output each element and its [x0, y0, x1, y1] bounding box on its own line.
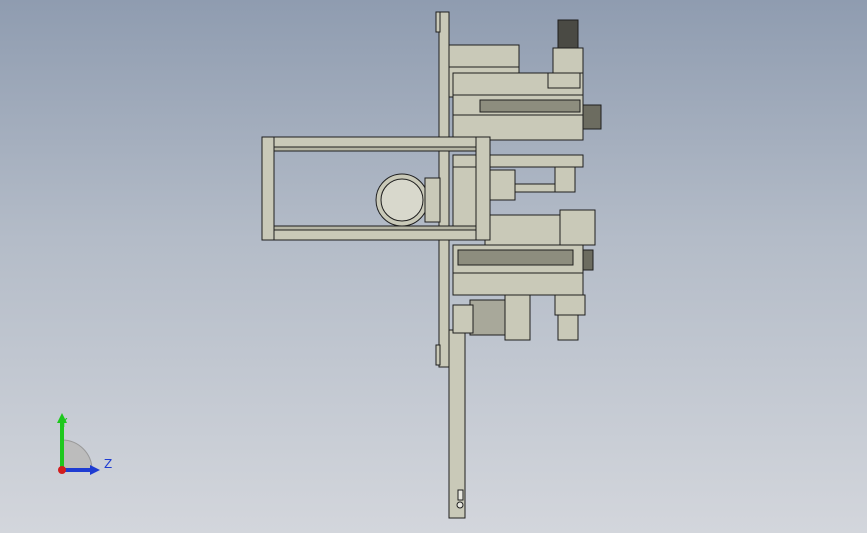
- middle-block: [554, 166, 576, 193]
- lower-motor: [559, 209, 596, 246]
- frame-right-post: [475, 136, 491, 241]
- cylinder-body: [489, 169, 516, 201]
- z-axis-arrow: [90, 465, 100, 475]
- z-axis-label: Z: [104, 457, 113, 471]
- x-axis-dot: [58, 466, 66, 474]
- frame-inner-bottom: [273, 225, 477, 231]
- y-axis-label: Y: [60, 416, 68, 430]
- middle-bar: [452, 154, 584, 168]
- triad-quarter-disc: [61, 439, 93, 471]
- frame-left-post: [261, 136, 275, 241]
- frame-top-bar: [261, 136, 491, 148]
- cylinder-rod: [514, 183, 556, 193]
- coordinate-triad: Y Z: [40, 405, 130, 490]
- lower-carriage: [452, 272, 584, 296]
- lower-bracket-1: [484, 214, 566, 246]
- upper-knob: [582, 104, 602, 130]
- roll-inner: [380, 178, 424, 222]
- frame-inner-top: [273, 146, 477, 152]
- bottom-motor-cap: [504, 294, 531, 341]
- bottom-nozzle: [557, 314, 579, 341]
- pin-top: [435, 11, 441, 33]
- roll-bracket: [424, 177, 441, 223]
- arm-slot: [457, 489, 464, 501]
- top-motor-flange: [552, 47, 584, 74]
- bottom-motor-body: [469, 299, 511, 336]
- triad-graphic: [57, 413, 100, 475]
- pin-bottom: [435, 344, 441, 366]
- graphics-viewport[interactable]: Y Z: [0, 0, 867, 533]
- arm-slot-hole: [456, 501, 464, 509]
- top-frame: [448, 44, 520, 68]
- upper-slide-inner: [479, 99, 581, 113]
- upper-carriage: [452, 114, 584, 141]
- cad-model-view[interactable]: [0, 0, 867, 533]
- top-motor-base: [547, 72, 581, 89]
- lower-knob: [582, 249, 594, 271]
- bottom-block: [554, 294, 586, 316]
- bottom-motor-mount: [452, 304, 474, 334]
- frame-bottom-bar: [261, 229, 491, 241]
- lower-rail-inner: [457, 249, 574, 266]
- top-motor-body: [557, 19, 579, 51]
